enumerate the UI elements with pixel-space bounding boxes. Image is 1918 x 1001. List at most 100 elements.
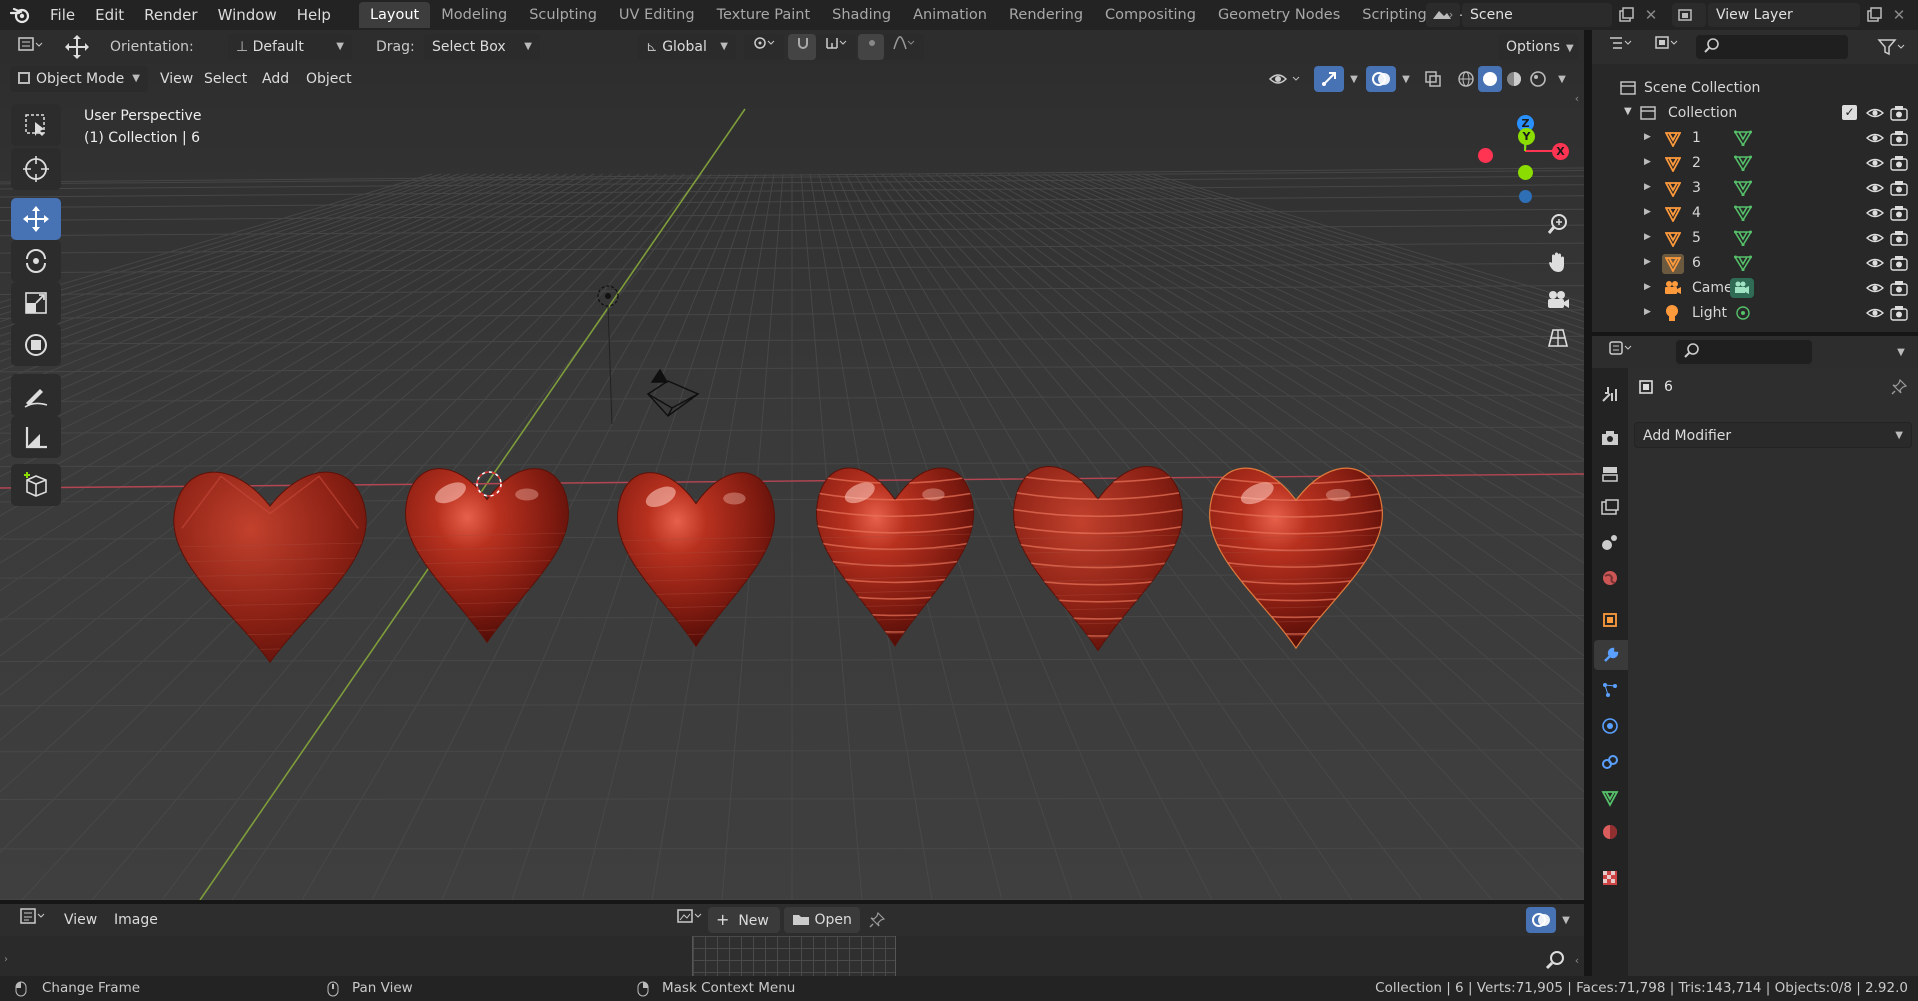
render-camera-icon[interactable] [1890, 205, 1908, 225]
wireframe-shading-icon[interactable] [1454, 66, 1478, 92]
expand-arrow-icon[interactable]: ▶ [1644, 207, 1651, 217]
render-camera-icon[interactable] [1890, 130, 1908, 150]
menu-window[interactable]: Window [208, 0, 287, 30]
mesh-data-tab-icon[interactable] [1596, 784, 1624, 812]
visibility-eye-icon[interactable] [1865, 281, 1885, 299]
expand-region-icon[interactable]: › [0, 952, 12, 966]
blender-logo-icon[interactable] [0, 0, 40, 30]
visibility-eye-icon[interactable] [1865, 231, 1885, 249]
outliner-search-field[interactable] [1696, 35, 1848, 59]
gizmo-neg-y-axis[interactable] [1518, 165, 1533, 180]
proportional-editing-toggle[interactable] [858, 34, 884, 60]
camera-view-icon[interactable] [1542, 284, 1574, 316]
mesh-data-icon[interactable] [1733, 205, 1753, 225]
expand-arrow-icon[interactable]: ▶ [1644, 307, 1651, 317]
workspace-tab-compositing[interactable]: Compositing [1094, 2, 1207, 28]
transform-orientation-dropdown[interactable]: ⊾ Global ▼ [638, 34, 736, 60]
expand-arrow-icon[interactable]: ▶ [1644, 182, 1651, 192]
render-camera-icon[interactable] [1890, 280, 1908, 300]
visibility-eye-icon[interactable] [1264, 67, 1308, 91]
gizmo-neg-z-axis[interactable] [1519, 190, 1532, 203]
expand-arrow-icon[interactable]: ▶ [1644, 157, 1651, 167]
menu-render[interactable]: Render [134, 0, 207, 30]
outliner-item-1[interactable]: ▶ 1 [1592, 126, 1918, 151]
material-tab-icon[interactable] [1596, 818, 1624, 846]
rotate-tool[interactable] [11, 240, 61, 282]
zoom-icon[interactable] [1540, 946, 1570, 974]
view-layer-tab-icon[interactable] [1596, 494, 1624, 522]
proportional-falloff-dropdown[interactable] [884, 34, 924, 60]
expand-arrow-icon[interactable]: ▶ [1644, 132, 1651, 142]
workspace-tab-animation[interactable]: Animation [902, 2, 998, 28]
workspace-tab-sculpting[interactable]: Sculpting [518, 2, 608, 28]
outliner-scene-collection[interactable]: Scene Collection [1592, 76, 1918, 101]
viewport-menu-select[interactable]: Select [204, 71, 247, 87]
scale-tool[interactable] [11, 282, 61, 324]
light-data-icon[interactable] [1734, 304, 1752, 326]
gizmo-x-axis[interactable]: X [1552, 143, 1569, 160]
render-camera-icon[interactable] [1890, 305, 1908, 325]
expand-arrow-icon[interactable]: ▶ [1644, 232, 1651, 242]
gizmo-options-dropdown[interactable]: ▼ [1344, 66, 1364, 92]
workspace-tab-shading[interactable]: Shading [821, 2, 902, 28]
options-dropdown[interactable]: Options ▼ [1498, 34, 1578, 60]
expand-arrow-icon[interactable]: ▶ [1644, 257, 1651, 267]
render-camera-icon[interactable] [1890, 155, 1908, 175]
workspace-tab-geometry-nodes[interactable]: Geometry Nodes [1207, 2, 1351, 28]
world-tab-icon[interactable] [1596, 564, 1624, 592]
pin-icon[interactable] [1888, 376, 1910, 398]
outliner-item-2[interactable]: ▶ 2 [1592, 151, 1918, 176]
mesh-data-icon[interactable] [1733, 155, 1753, 175]
pan-hand-icon[interactable] [1542, 246, 1574, 278]
physics-tab-icon[interactable] [1596, 712, 1624, 740]
new-scene-icon[interactable] [1614, 3, 1638, 27]
expand-arrow-icon[interactable]: ▼ [1624, 106, 1632, 117]
gizmo-neg-x-axis[interactable] [1478, 148, 1493, 163]
overlays-toggle-icon[interactable] [1526, 907, 1556, 933]
image-editor-menu-image[interactable]: Image [114, 912, 158, 928]
delete-scene-icon[interactable]: ✕ [1640, 3, 1662, 27]
workspace-tab-modeling[interactable]: Modeling [430, 2, 518, 28]
workspace-tab-layout[interactable]: Layout [358, 2, 431, 28]
object-tab-icon[interactable] [1596, 606, 1624, 634]
image-canvas-grid[interactable] [692, 936, 896, 976]
view-layer-field[interactable]: View Layer [1708, 3, 1860, 27]
3d-viewport[interactable]: User Perspective (1) Collection | 6 Z X … [0, 64, 1584, 900]
mesh-data-icon[interactable] [1733, 255, 1753, 275]
visibility-eye-icon[interactable] [1865, 106, 1885, 124]
properties-options-dropdown[interactable]: ▼ [1890, 340, 1912, 364]
display-mode-dropdown[interactable] [1646, 34, 1686, 60]
image-editor-menu-view[interactable]: View [64, 912, 97, 928]
properties-search-field[interactable] [1676, 340, 1812, 364]
outliner-collection-row[interactable]: ▼ Collection ✓ [1592, 101, 1918, 126]
shading-options-dropdown[interactable]: ▼ [1552, 66, 1572, 92]
visibility-eye-icon[interactable] [1865, 181, 1885, 199]
workspace-tab-scripting[interactable]: Scripting [1351, 2, 1437, 28]
viewport-menu-object[interactable]: Object [306, 71, 352, 87]
workspace-tab-uv-editing[interactable]: UV Editing [608, 2, 706, 28]
viewport-menu-add[interactable]: Add [262, 71, 289, 87]
menu-file[interactable]: File [40, 0, 85, 30]
workspace-tab-rendering[interactable]: Rendering [998, 2, 1094, 28]
render-camera-icon[interactable] [1890, 180, 1908, 200]
move-tool-icon[interactable] [62, 33, 92, 61]
move-tool[interactable] [11, 198, 61, 240]
add-cube-tool[interactable] [11, 464, 61, 506]
new-image-button[interactable]: + New [708, 907, 780, 933]
viewport-menu-view[interactable]: View [160, 71, 193, 87]
solid-shading-icon[interactable] [1478, 66, 1502, 92]
camera-data-icon[interactable] [1730, 278, 1754, 298]
outliner-item-4[interactable]: ▶ 4 [1592, 201, 1918, 226]
mesh-data-icon[interactable] [1733, 230, 1753, 250]
constraints-tab-icon[interactable] [1596, 748, 1624, 776]
new-view-layer-icon[interactable] [1862, 3, 1886, 27]
render-tab-icon[interactable] [1596, 424, 1624, 452]
gizmo-y-axis[interactable]: Y [1518, 128, 1535, 145]
outliner-editor-type-button[interactable] [1600, 34, 1640, 60]
overlays-options-dropdown[interactable]: ▼ [1396, 66, 1416, 92]
mesh-data-icon[interactable] [1733, 180, 1753, 200]
mesh-data-icon[interactable] [1733, 130, 1753, 150]
pivot-point-dropdown[interactable] [744, 34, 784, 60]
tool-tab-icon[interactable] [1596, 380, 1624, 408]
scene-field[interactable]: Scene [1462, 3, 1612, 27]
